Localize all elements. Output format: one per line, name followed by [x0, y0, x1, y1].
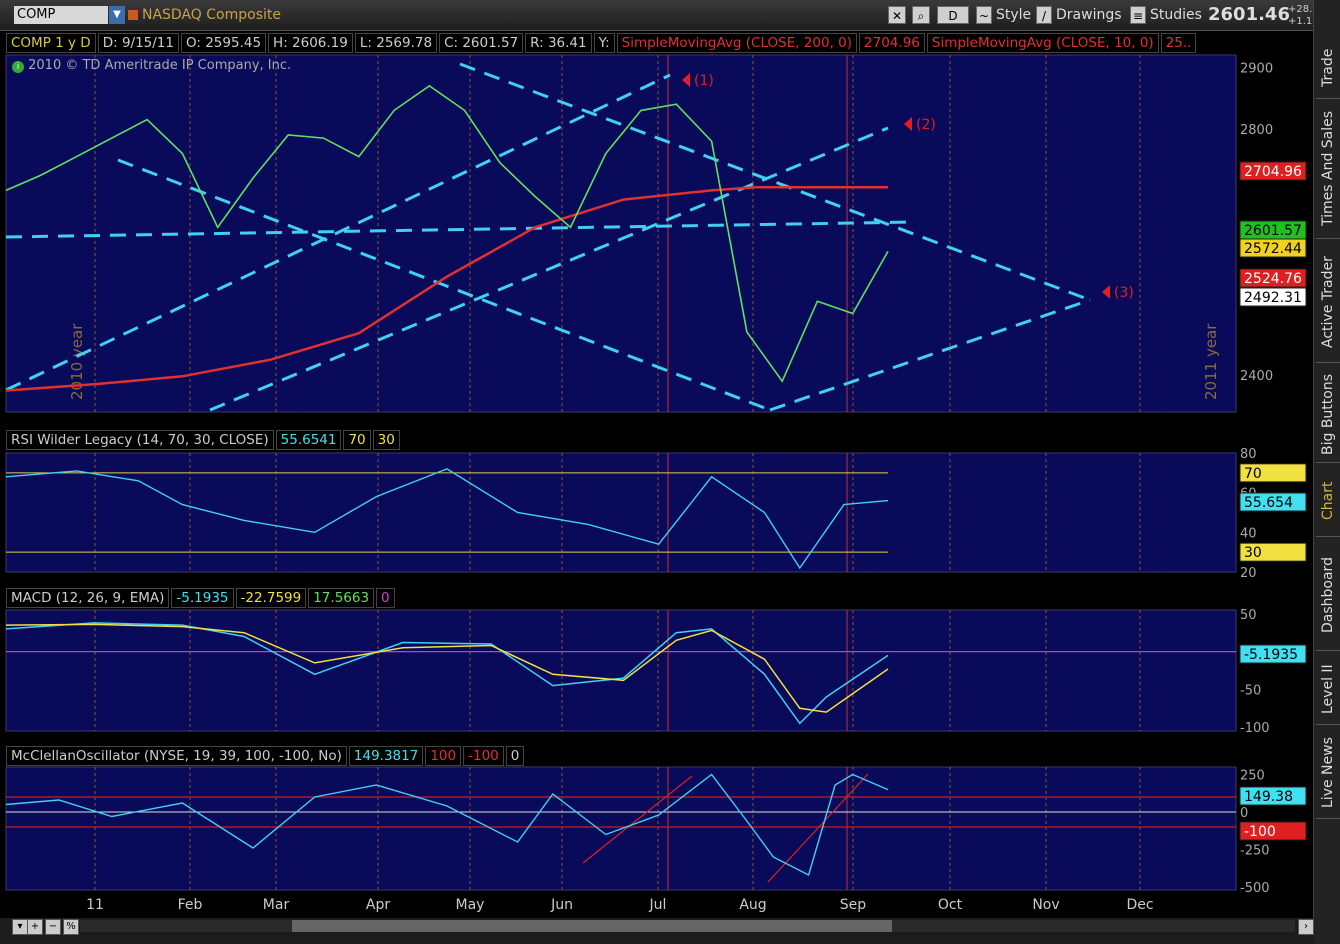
sidebar-tab-live-news[interactable]: Live News: [1316, 728, 1340, 819]
rsi-tag-last: 55.654: [1244, 495, 1293, 511]
year-label: 2011 year: [1202, 323, 1220, 400]
price-tag-4: 2492.31: [1244, 290, 1302, 306]
y-tick-label: -500: [1240, 881, 1270, 896]
y-tick-label: 2400: [1240, 369, 1273, 384]
y-tick-label: -250: [1240, 844, 1270, 859]
y-tick-label: 250: [1240, 769, 1265, 784]
sidebar-tab-times-and-sales[interactable]: Times And Sales: [1316, 98, 1340, 239]
zoom-in-icon[interactable]: +: [27, 919, 43, 935]
mcc-tag-level: -100: [1244, 824, 1276, 840]
panel-rsi: [5, 452, 1237, 573]
sidebar-tab-chart[interactable]: Chart: [1316, 466, 1340, 537]
month-label: May: [456, 897, 485, 913]
month-label: 11: [86, 897, 104, 913]
mcc-tag-last: 149.38: [1244, 789, 1293, 805]
price-tag-3: 2524.76: [1244, 271, 1302, 287]
chart-canvas[interactable]: 11 Feb Mar Apr May Jun Jul Aug Sep Oct Nov Dec 2010 …: [0, 0, 1314, 918]
copyright-text: i 2010 © TD Ameritrade IP Company, Inc.: [12, 58, 291, 73]
y-tick-label: 2900: [1240, 61, 1273, 76]
y-tick-label: 40: [1240, 526, 1257, 541]
copyright-label: 2010 © TD Ameritrade IP Company, Inc.: [28, 58, 292, 73]
info-icon: i: [12, 61, 24, 73]
chart-settings-icon[interactable]: ▾: [12, 919, 28, 935]
sidebar-tab-trade[interactable]: Trade: [1316, 38, 1340, 99]
month-label: Aug: [739, 897, 766, 913]
y-tick-label: 50: [1240, 608, 1257, 623]
month-label: Jun: [550, 897, 573, 913]
sidebar: Trade Times And Sales Active Trader Big But…: [1313, 0, 1340, 944]
month-label: Apr: [366, 897, 390, 913]
rsi-tag-70: 70: [1244, 466, 1262, 482]
month-label: Nov: [1032, 897, 1059, 913]
sidebar-tab-dashboard[interactable]: Dashboard: [1316, 540, 1340, 651]
month-label: Jul: [649, 897, 667, 913]
y-tick-label: -100: [1240, 721, 1270, 736]
zoom-out-icon[interactable]: −: [45, 919, 61, 935]
annotation-label: (1): [694, 73, 714, 89]
y-tick-label: 80: [1240, 447, 1257, 462]
month-label: Dec: [1126, 897, 1153, 913]
scroll-right-icon[interactable]: ›: [1298, 919, 1314, 935]
percent-view-icon[interactable]: %: [63, 919, 79, 935]
price-tag-0: 2704.96: [1244, 164, 1302, 180]
sidebar-tab-level-ii[interactable]: Level II: [1316, 654, 1340, 725]
scrollbar-thumb[interactable]: [292, 920, 892, 932]
year-label: 2010 year: [68, 323, 86, 400]
annotation-label: (2): [916, 117, 936, 133]
price-tag-1: 2601.57: [1244, 223, 1302, 239]
y-tick-label: 2800: [1240, 123, 1273, 138]
month-label: Mar: [263, 897, 290, 913]
sidebar-tab-big-buttons[interactable]: Big Buttons: [1316, 366, 1340, 463]
y-tick-label: -50: [1240, 683, 1261, 698]
y-tick-label: 20: [1240, 566, 1257, 581]
price-tag-2: 2572.44: [1244, 241, 1302, 257]
sidebar-tab-active-trader[interactable]: Active Trader: [1316, 242, 1340, 363]
rsi-tag-30: 30: [1244, 545, 1262, 561]
macd-tag-last: -5.1935: [1244, 647, 1298, 663]
y-tick-label: 0: [1240, 806, 1248, 821]
annotation-label: (3): [1114, 285, 1134, 301]
month-label: Oct: [938, 897, 963, 913]
month-label: Sep: [840, 897, 867, 913]
month-label: Feb: [178, 897, 203, 913]
